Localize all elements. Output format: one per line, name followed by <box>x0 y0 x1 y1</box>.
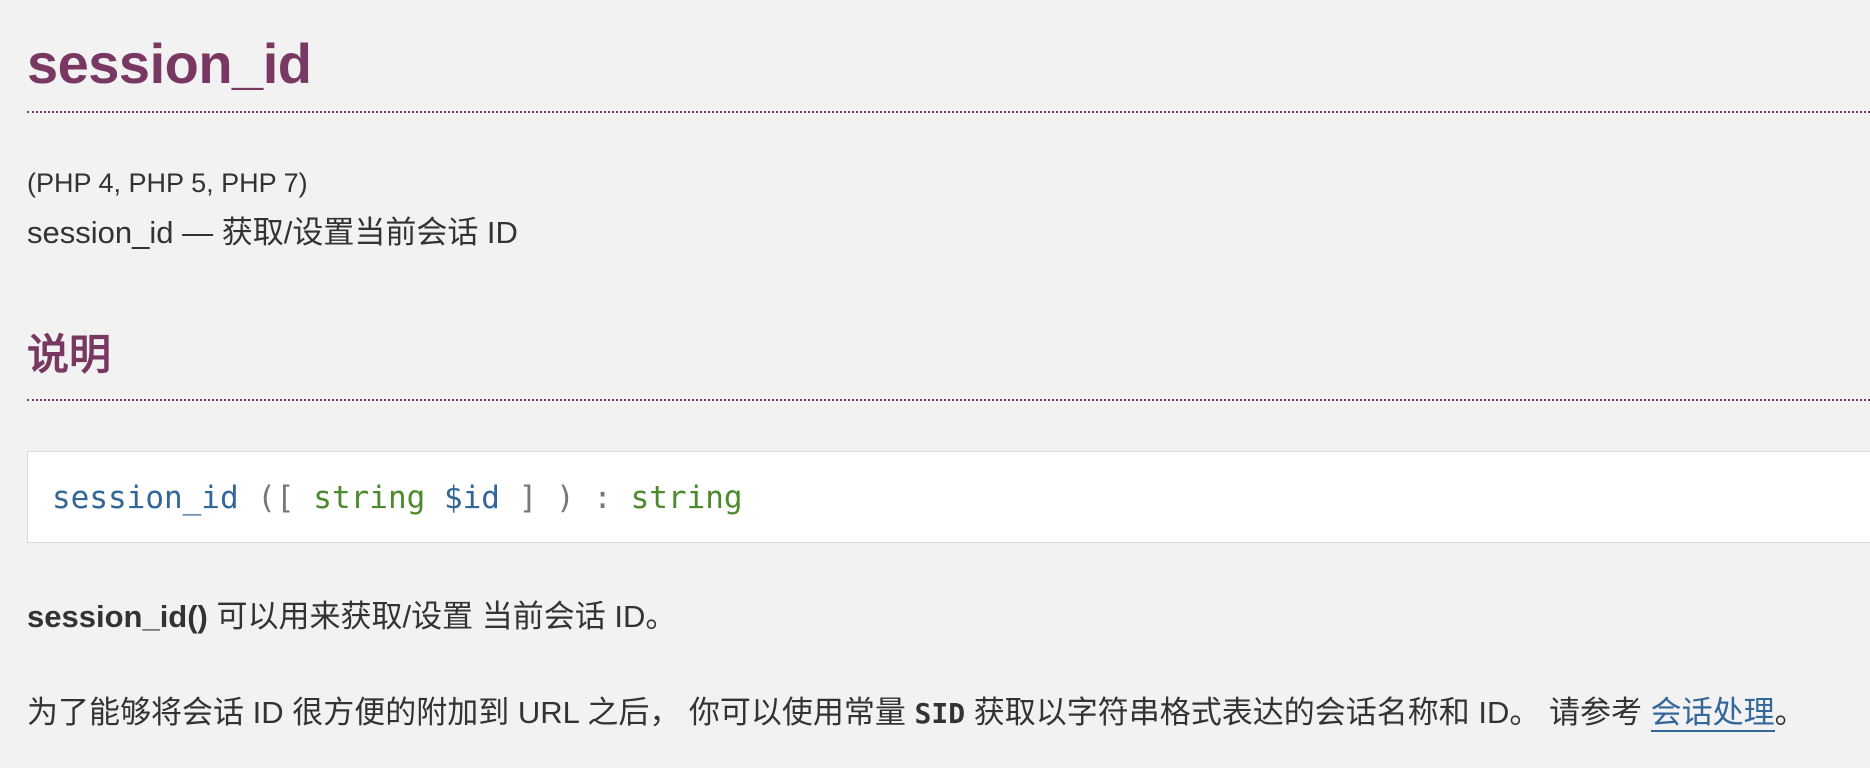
paragraph-2-text-middle: 获取以字符串格式表达的会话名称和 ID。 请参考 <box>965 695 1651 730</box>
section-divider <box>27 399 1870 401</box>
description-paragraph-1: session_id() 可以用来获取/设置 当前会话 ID。 <box>27 597 676 637</box>
synopsis-open-bracket: ([ <box>238 480 314 516</box>
description-paragraph-2: 为了能够将会话 ID 很方便的附加到 URL 之后， 你可以使用常量 SID 获… <box>27 693 1806 734</box>
param-type: string <box>313 480 426 516</box>
constant-sid: SID <box>914 697 966 730</box>
paragraph-2-text-before: 为了能够将会话 ID 很方便的附加到 URL 之后， 你可以使用常量 <box>27 695 915 730</box>
method-name: session_id <box>52 480 239 516</box>
ref-purpose: session_id — 获取/设置当前会话 ID <box>27 215 518 250</box>
return-type: string <box>630 480 743 516</box>
synopsis-close-bracket: ] ) : <box>499 480 631 516</box>
param-name: $id <box>443 480 500 516</box>
method-synopsis: session_id ([ string $id ] ) : string <box>27 451 1870 543</box>
paragraph-1-text: 可以用来获取/设置 当前会话 ID。 <box>207 599 677 634</box>
version-info: (PHP 4, PHP 5, PHP 7) <box>27 168 308 198</box>
title-divider <box>27 111 1870 113</box>
function-name: session_id() <box>27 599 208 634</box>
session-handling-link[interactable]: 会话处理 <box>1650 695 1775 732</box>
paragraph-2-text-after: 。 <box>1774 695 1806 730</box>
section-heading-description: 说明 <box>27 331 112 378</box>
page-title: session_id <box>27 32 312 95</box>
